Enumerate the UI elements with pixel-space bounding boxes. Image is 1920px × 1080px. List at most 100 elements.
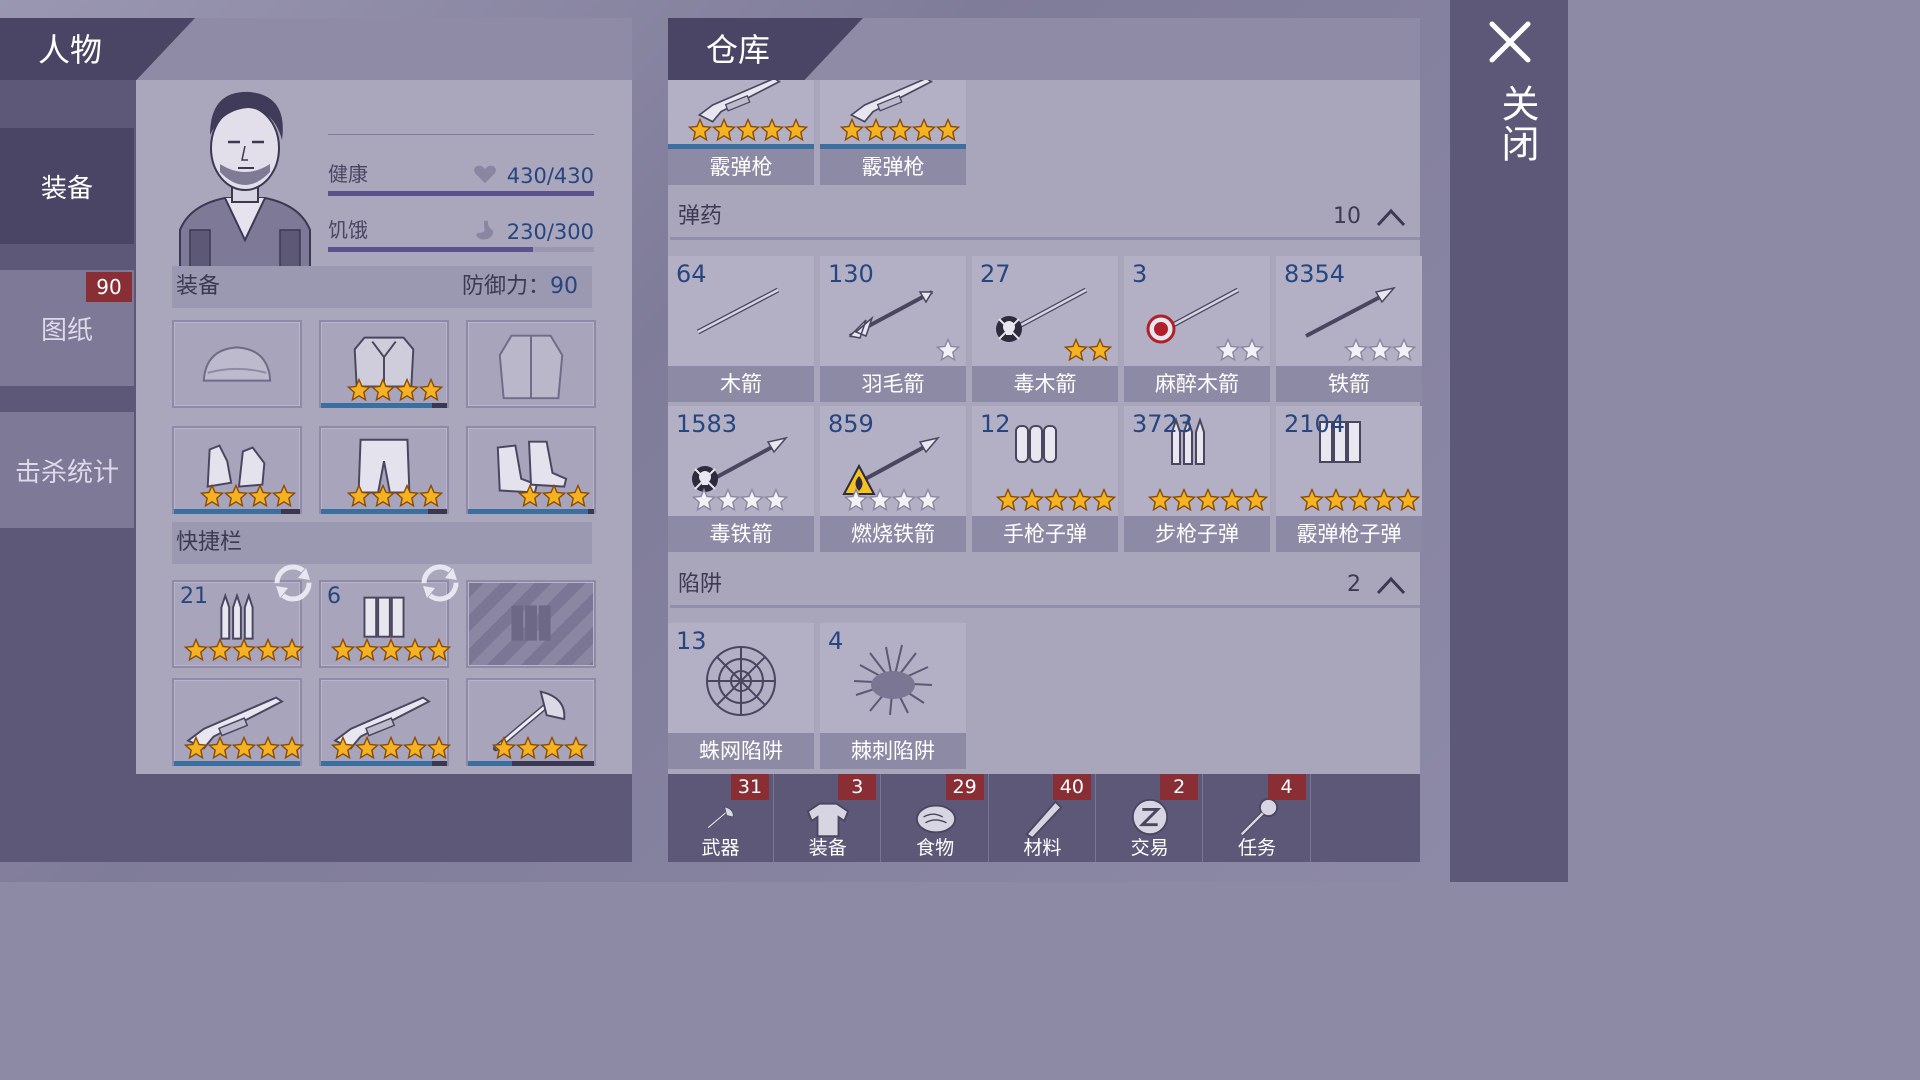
ammo-item[interactable]: 1583 毒铁箭	[668, 406, 814, 552]
durability-fill	[174, 509, 282, 514]
equipment-slot[interactable]	[466, 426, 596, 514]
category-count-badge: 40	[1052, 774, 1091, 800]
star-icon	[864, 118, 888, 142]
star-icon	[1172, 488, 1196, 512]
star-icon	[248, 484, 272, 508]
durability-fill	[468, 761, 513, 766]
category-count-badge: 4	[1267, 774, 1306, 800]
close-icon[interactable]	[1488, 20, 1532, 64]
ammo-item[interactable]: 3723 步枪子弹	[1124, 406, 1270, 552]
ammo-item[interactable]: 8354 铁箭	[1276, 256, 1422, 402]
tab-blueprints[interactable]: 图纸 90	[0, 270, 134, 386]
star-icon	[1300, 488, 1324, 512]
storage-header: 仓库	[668, 18, 1420, 80]
hotbar-weapon-slot[interactable]	[172, 678, 304, 766]
hotbar-weapon-slot[interactable]	[319, 678, 451, 766]
item-name: 羽毛箭	[820, 366, 966, 402]
equipment-slot[interactable]	[172, 426, 302, 514]
tab-kill-stats[interactable]: 击杀统计	[0, 412, 134, 528]
star-icon	[912, 118, 936, 142]
star-rating	[1148, 488, 1268, 512]
hotbar-ammo-slot[interactable]	[466, 580, 596, 668]
star-icon	[844, 488, 868, 512]
star-icon	[888, 118, 912, 142]
star-icon	[566, 484, 590, 508]
equipment-slot[interactable]	[466, 320, 596, 408]
defense-value: 90	[550, 274, 578, 299]
star-icon	[232, 638, 256, 662]
hotbar-weapon-slot[interactable]	[466, 678, 596, 766]
star-icon	[419, 484, 443, 508]
trap-item[interactable]: 13 蛛网陷阱	[668, 623, 814, 769]
health-stat: 健康 430/430	[328, 150, 594, 196]
item-count: 4	[828, 627, 844, 655]
tab-equipment[interactable]: 装备	[0, 128, 134, 244]
swap-icon[interactable]	[270, 560, 316, 606]
poison-icon	[996, 316, 1022, 342]
close-panel[interactable]: 关闭	[1450, 0, 1568, 882]
star-icon	[371, 484, 395, 508]
item-name: 毒铁箭	[668, 516, 814, 552]
star-icon	[256, 638, 280, 662]
star-icon	[1344, 338, 1368, 362]
star-icon	[564, 736, 588, 760]
durability-bar	[468, 761, 594, 766]
category-tab[interactable]: 4 任务	[1205, 774, 1311, 862]
star-icon	[492, 736, 516, 760]
durability-bar	[174, 761, 300, 766]
equipment-slot[interactable]	[172, 320, 302, 408]
item-name: 霰弹枪子弹	[1276, 516, 1422, 552]
storage-item[interactable]: 霰弹枪	[668, 80, 814, 185]
category-tab[interactable]: 2 交易	[1097, 774, 1204, 862]
ammo-item[interactable]: 27 毒木箭	[972, 256, 1118, 402]
trap-group-header[interactable]: 陷阱 2	[670, 562, 1420, 608]
tranquilizer-icon	[1146, 314, 1176, 344]
character-portrait	[170, 80, 320, 285]
trap-item[interactable]: 4 棘刺陷阱	[820, 623, 966, 769]
star-rating	[840, 118, 960, 142]
ammo-item[interactable]: 130 羽毛箭	[820, 256, 966, 402]
ammo-item[interactable]: 2104 霰弹枪子弹	[1276, 406, 1422, 552]
character-panel: 人物 装备 图纸 90 击杀统计 健康 430/430 饥饿 230/300 装…	[0, 18, 632, 862]
heart-icon	[474, 165, 496, 184]
close-label[interactable]: 关闭	[1490, 84, 1545, 164]
chevron-up-icon[interactable]	[1376, 575, 1406, 595]
category-tab[interactable]: 31 武器	[668, 774, 774, 862]
item-art	[668, 80, 814, 144]
item-count: 130	[828, 260, 874, 288]
character-title: 人物	[0, 18, 195, 80]
durability-bar	[174, 509, 300, 514]
category-tab[interactable]: 40 材料	[990, 774, 1096, 862]
category-count-badge: 31	[731, 774, 769, 800]
ammo-item[interactable]: 64 木箭	[668, 256, 814, 402]
chevron-up-icon[interactable]	[1376, 207, 1406, 227]
ammo-group-count: 10	[1333, 194, 1406, 240]
swap-icon[interactable]	[417, 560, 463, 606]
ammo-item[interactable]: 12 手枪子弹	[972, 406, 1118, 552]
star-rating	[1344, 338, 1416, 362]
durability-fill	[321, 403, 432, 408]
ammo-item[interactable]: 859 燃烧铁箭	[820, 406, 966, 552]
ammo-item[interactable]: 3 麻醉木箭	[1124, 256, 1270, 402]
category-label: 任务	[1237, 837, 1276, 859]
equipment-slot[interactable]	[319, 426, 449, 514]
tab-blueprints-label: 图纸	[40, 315, 93, 346]
storage-item[interactable]: 霰弹枪	[820, 80, 966, 185]
item-name: 毒木箭	[972, 366, 1118, 402]
durability-bar	[321, 403, 447, 408]
star-icon	[1372, 488, 1396, 512]
storage-panel: 仓库 霰弹枪 霰弹枪 弹药 10 64 木箭 130 羽毛箭 27 毒木箭 3 麻醉木箭 8354…	[668, 18, 1422, 862]
category-tab[interactable]: 29 食物	[883, 774, 989, 862]
category-tab[interactable]: 3 装备	[775, 774, 882, 862]
star-icon	[760, 118, 784, 142]
equipment-slot[interactable]	[319, 320, 449, 408]
star-icon	[419, 378, 443, 402]
star-rating	[1216, 338, 1264, 362]
star-rating	[331, 736, 451, 760]
star-icon	[1244, 488, 1268, 512]
star-icon	[1020, 488, 1044, 512]
ammo-group-header[interactable]: 弹药 10	[670, 194, 1420, 240]
item-count: 3723	[1132, 410, 1194, 438]
defense-label: 防御力：	[461, 274, 550, 299]
star-icon	[712, 118, 736, 142]
